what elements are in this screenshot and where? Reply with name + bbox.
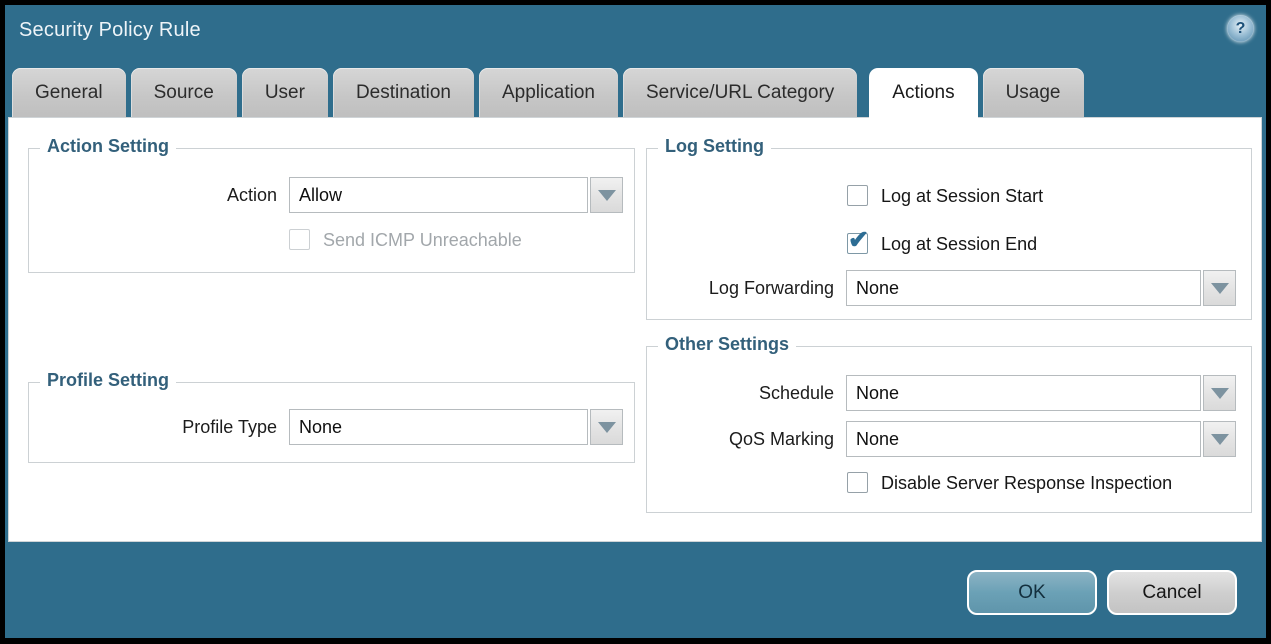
chevron-down-icon bbox=[1211, 283, 1229, 294]
other-settings-legend: Other Settings bbox=[658, 334, 796, 355]
qos-marking-dropdown-value[interactable]: None bbox=[846, 421, 1201, 457]
schedule-label: Schedule bbox=[647, 375, 834, 411]
action-label: Action bbox=[29, 177, 277, 213]
tab-general[interactable]: General bbox=[12, 68, 126, 117]
tab-source[interactable]: Source bbox=[131, 68, 237, 117]
action-dropdown-button[interactable] bbox=[590, 177, 623, 213]
schedule-dropdown-button[interactable] bbox=[1203, 375, 1236, 411]
other-settings-group: Other Settings Schedule None QoS Marking… bbox=[646, 346, 1252, 513]
log-forwarding-dropdown-button[interactable] bbox=[1203, 270, 1236, 306]
qos-marking-dropdown-button[interactable] bbox=[1203, 421, 1236, 457]
tab-application[interactable]: Application bbox=[479, 68, 618, 117]
tab-bar: General Source User Destination Applicat… bbox=[12, 68, 1084, 117]
ok-button[interactable]: OK bbox=[967, 570, 1097, 615]
log-setting-legend: Log Setting bbox=[658, 136, 771, 157]
profile-setting-group: Profile Setting Profile Type None bbox=[28, 382, 635, 463]
tab-actions[interactable]: Actions bbox=[869, 68, 977, 120]
log-at-session-start-label: Log at Session Start bbox=[881, 185, 1043, 207]
action-setting-group: Action Setting Action Allow Send ICMP Un… bbox=[28, 148, 635, 273]
qos-marking-label: QoS Marking bbox=[647, 421, 834, 457]
chevron-down-icon bbox=[1211, 388, 1229, 399]
log-at-session-start-checkbox[interactable] bbox=[847, 185, 868, 206]
send-icmp-unreachable-checkbox bbox=[289, 229, 310, 250]
action-dropdown-value[interactable]: Allow bbox=[289, 177, 588, 213]
actions-tab-content: Action Setting Action Allow Send ICMP Un… bbox=[8, 117, 1262, 542]
window-title: Security Policy Rule bbox=[19, 19, 201, 42]
cancel-button[interactable]: Cancel bbox=[1107, 570, 1237, 615]
send-icmp-unreachable-label: Send ICMP Unreachable bbox=[323, 229, 522, 251]
help-icon[interactable]: ? bbox=[1227, 15, 1254, 42]
action-setting-legend: Action Setting bbox=[40, 136, 176, 157]
log-at-session-end-label: Log at Session End bbox=[881, 233, 1037, 255]
chevron-down-icon bbox=[598, 422, 616, 433]
profile-type-dropdown-value[interactable]: None bbox=[289, 409, 588, 445]
profile-setting-legend: Profile Setting bbox=[40, 370, 176, 391]
disable-server-response-inspection-label: Disable Server Response Inspection bbox=[881, 472, 1172, 494]
log-setting-group: Log Setting Log at Session Start ✔ Log a… bbox=[646, 148, 1252, 320]
tab-usage[interactable]: Usage bbox=[983, 68, 1084, 117]
disable-server-response-inspection-checkbox[interactable] bbox=[847, 472, 868, 493]
log-forwarding-dropdown-value[interactable]: None bbox=[846, 270, 1201, 306]
tab-service-url-category[interactable]: Service/URL Category bbox=[623, 68, 857, 117]
schedule-dropdown-value[interactable]: None bbox=[846, 375, 1201, 411]
chevron-down-icon bbox=[1211, 434, 1229, 445]
tab-user[interactable]: User bbox=[242, 68, 328, 117]
tab-destination[interactable]: Destination bbox=[333, 68, 474, 117]
chevron-down-icon bbox=[598, 190, 616, 201]
check-icon: ✔ bbox=[848, 225, 869, 255]
profile-type-label: Profile Type bbox=[29, 409, 277, 445]
profile-type-dropdown-button[interactable] bbox=[590, 409, 623, 445]
log-forwarding-label: Log Forwarding bbox=[647, 270, 834, 306]
log-at-session-end-checkbox[interactable]: ✔ bbox=[847, 233, 868, 254]
